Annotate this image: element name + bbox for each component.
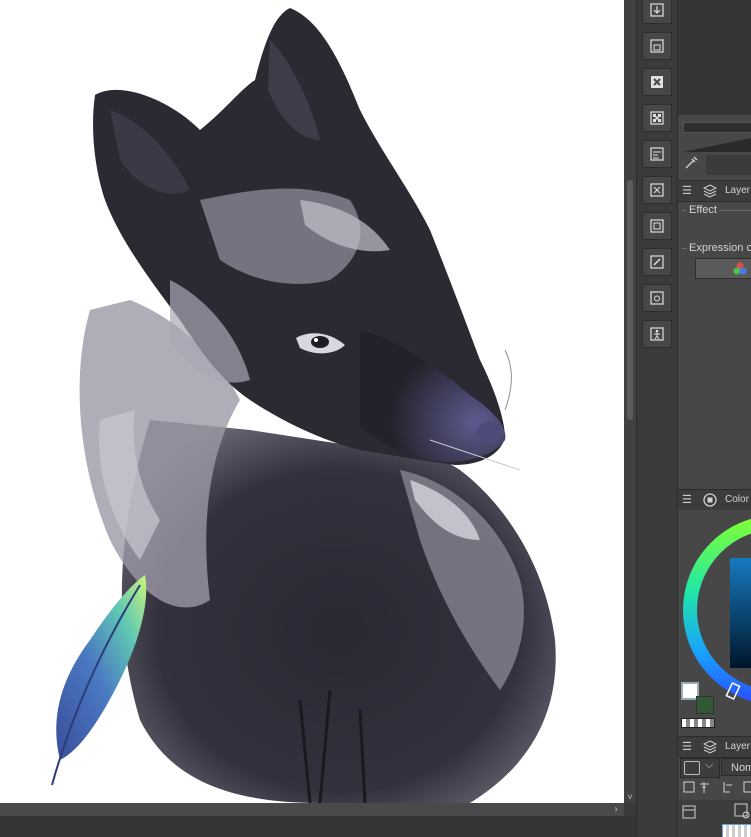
layer-property-panel-header[interactable]: ☰ Layer bbox=[678, 180, 751, 202]
right-panel-dock: ☰ Layer Effect Expression co ☰ Color bbox=[678, 0, 751, 837]
panel-empty-area bbox=[678, 0, 751, 115]
layer-property-icon bbox=[650, 147, 664, 161]
layer-property-button[interactable] bbox=[642, 140, 672, 168]
chevron-down-icon: ⌵ bbox=[705, 759, 714, 771]
rasterize-button[interactable] bbox=[642, 212, 672, 240]
camera-icon bbox=[650, 291, 664, 305]
drawing-canvas[interactable] bbox=[0, 0, 624, 803]
import-icon bbox=[650, 3, 664, 17]
import-button[interactable] bbox=[642, 0, 672, 24]
color-wheel-icon bbox=[703, 493, 717, 507]
transparent-color-swatch[interactable] bbox=[681, 718, 715, 728]
layers-icon bbox=[702, 184, 718, 198]
edit-icon bbox=[650, 255, 664, 269]
color-panel-title: Color bbox=[725, 494, 749, 505]
expression-color-button[interactable] bbox=[695, 258, 751, 279]
panel-menu-icon[interactable]: ☰ bbox=[682, 493, 692, 506]
layers-icon bbox=[702, 740, 718, 754]
sub-color-swatch[interactable] bbox=[696, 696, 714, 714]
save-button[interactable] bbox=[642, 32, 672, 60]
layer-property-body bbox=[678, 285, 751, 487]
transform-button[interactable] bbox=[642, 176, 672, 204]
camera-button[interactable] bbox=[642, 284, 672, 312]
eyedropper-button[interactable] bbox=[683, 155, 701, 175]
scroll-right-arrow[interactable]: › bbox=[610, 803, 622, 816]
tool-option-field[interactable] bbox=[706, 155, 751, 175]
checkbox-icon bbox=[684, 761, 700, 775]
expression-color-label: Expression co bbox=[687, 242, 751, 254]
panel-menu-icon[interactable]: ☰ bbox=[682, 740, 692, 753]
blend-mode-select[interactable]: Nom bbox=[721, 758, 751, 776]
effect-label: Effect bbox=[687, 204, 719, 216]
color-panel-body bbox=[678, 510, 751, 738]
pose-figure-icon bbox=[650, 327, 664, 341]
scroll-down-arrow[interactable]: ˅ bbox=[624, 791, 636, 803]
transparency-button[interactable] bbox=[642, 104, 672, 132]
canvas-horizontal-scrollbar[interactable]: › bbox=[0, 803, 624, 816]
opacity-slider[interactable] bbox=[683, 138, 751, 152]
color-wheel[interactable] bbox=[678, 510, 751, 738]
transparency-icon bbox=[650, 111, 664, 125]
layer-list[interactable] bbox=[678, 800, 751, 837]
command-bar bbox=[636, 0, 678, 837]
layer-property-title: Layer bbox=[725, 185, 751, 196]
layer-thumbnail[interactable] bbox=[722, 824, 751, 837]
color-panel-header[interactable]: ☰ Color bbox=[678, 489, 751, 511]
close-file-icon bbox=[651, 76, 663, 88]
fox-painting bbox=[51, 8, 556, 803]
canvas-vertical-scrollbar[interactable]: ˅ bbox=[624, 0, 636, 803]
layer-panel-title: Layer bbox=[725, 741, 751, 752]
edit-button[interactable] bbox=[642, 248, 672, 276]
transform-icon bbox=[650, 183, 664, 197]
layer-tool-row bbox=[683, 781, 751, 793]
close-file-button[interactable] bbox=[642, 68, 672, 96]
layer-panel-header[interactable]: ☰ Layer bbox=[678, 736, 751, 758]
eyedropper-icon bbox=[685, 156, 698, 169]
rasterize-icon bbox=[650, 219, 664, 233]
layer-settings-icon[interactable] bbox=[734, 803, 751, 819]
new-layer-icon[interactable] bbox=[682, 805, 696, 819]
color-circles-icon bbox=[733, 262, 747, 275]
vertical-scroll-thumb[interactable] bbox=[627, 180, 633, 420]
pose-figure-button[interactable] bbox=[642, 320, 672, 348]
brush-size-slider[interactable] bbox=[683, 122, 751, 133]
status-strip bbox=[0, 816, 636, 837]
paper-texture-dropdown[interactable]: ⌵ bbox=[680, 758, 720, 778]
layer-tool-icons bbox=[683, 781, 751, 793]
save-icon bbox=[650, 39, 664, 53]
panel-menu-icon[interactable]: ☰ bbox=[682, 184, 692, 197]
